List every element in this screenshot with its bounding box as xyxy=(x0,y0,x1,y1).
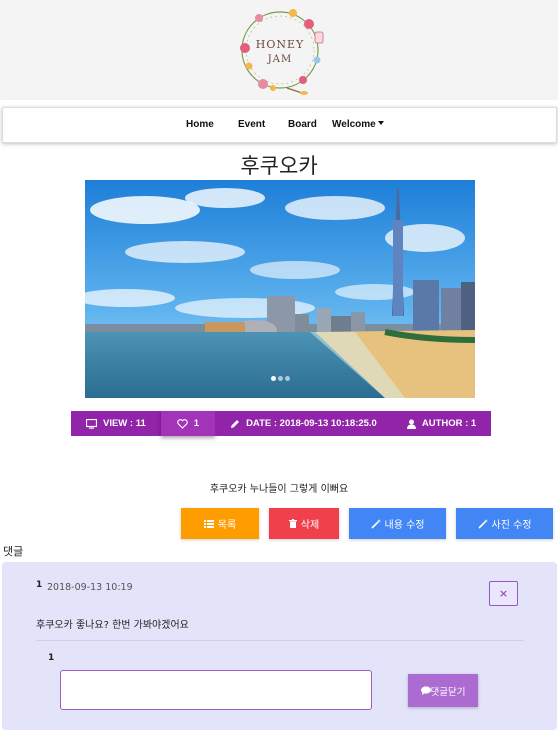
comment-item: 1 2018-09-13 10:19 × 후쿠오카 좋나요? 한번 가봐야겠어요… xyxy=(2,562,557,730)
edit-photo-label: 사진 수정 xyxy=(491,520,532,531)
delete-button[interactable]: 삭제 xyxy=(269,508,339,539)
post-photo-carousel[interactable] xyxy=(85,180,475,398)
reply-close-button[interactable]: 댓글닫기 xyxy=(408,674,478,707)
reply-textarea[interactable] xyxy=(60,670,372,710)
view-count: VIEW : 11 xyxy=(71,411,161,436)
main-navbar: Home Event Board Welcome xyxy=(2,107,557,143)
nav-home[interactable]: Home xyxy=(186,119,214,130)
comment-text: 후쿠오카 좋나요? 한번 가봐야겠어요 xyxy=(36,620,189,631)
post-author: AUTHOR : 1 xyxy=(391,411,492,436)
list-icon xyxy=(203,519,214,528)
carousel-dot[interactable] xyxy=(284,376,290,381)
trash-icon xyxy=(288,519,297,528)
reply-close-label: 댓글닫기 xyxy=(430,686,466,698)
nav-welcome-dropdown[interactable]: Welcome xyxy=(332,119,384,130)
comment-number: 1 xyxy=(36,580,43,590)
logo-line2: JAM xyxy=(267,54,293,65)
post-meta-bar: VIEW : 11 1 DATE : 2018-09-13 10:18:25.0… xyxy=(71,411,492,436)
post-author-text: AUTHOR : 1 xyxy=(421,418,477,429)
user-icon xyxy=(406,419,416,429)
nav-welcome-label: Welcome xyxy=(332,119,376,130)
post-title: 후쿠오카 xyxy=(240,154,318,178)
edit-content-button[interactable]: 내용 수정 xyxy=(349,508,446,539)
nav-board[interactable]: Board xyxy=(288,119,317,130)
list-button-label: 목록 xyxy=(217,520,237,531)
comment-date: 2018-09-13 10:19 xyxy=(47,582,133,593)
honey-jam-logo[interactable]: HONEY JAM xyxy=(233,4,327,96)
magic-wand-icon xyxy=(477,518,488,529)
list-button[interactable]: 목록 xyxy=(181,508,259,539)
close-icon: × xyxy=(498,587,509,600)
comment-divider xyxy=(36,640,524,641)
edit-content-label: 내용 수정 xyxy=(384,520,425,531)
like-button[interactable]: 1 xyxy=(160,411,216,436)
nav-event[interactable]: Event xyxy=(238,119,265,130)
carousel-dot[interactable] xyxy=(277,376,283,381)
like-count: 1 xyxy=(193,418,200,429)
view-count-text: VIEW : 11 xyxy=(103,418,146,429)
post-date: DATE : 2018-09-13 10:18:25.0 xyxy=(215,411,392,436)
pencil-icon xyxy=(231,419,240,428)
magic-wand-icon xyxy=(370,518,381,529)
comments-heading: 댓글 xyxy=(3,545,24,558)
reply-number: 1 xyxy=(48,653,55,663)
comment-close-button[interactable]: × xyxy=(489,581,518,606)
caret-down-icon xyxy=(377,121,384,125)
logo-line1: HONEY xyxy=(255,38,305,51)
monitor-icon xyxy=(86,418,97,429)
carousel-dot[interactable] xyxy=(270,376,276,381)
comment-icon xyxy=(420,686,431,695)
post-date-text: DATE : 2018-09-13 10:18:25.0 xyxy=(246,418,377,429)
post-content: 후쿠오카 누나들이 그렇게 이뻐요 xyxy=(209,484,349,495)
delete-button-label: 삭제 xyxy=(300,520,320,531)
site-header: HONEY JAM xyxy=(0,0,558,100)
edit-photo-button[interactable]: 사진 수정 xyxy=(456,508,553,539)
heart-icon xyxy=(176,418,188,429)
carousel-indicators xyxy=(85,366,475,385)
